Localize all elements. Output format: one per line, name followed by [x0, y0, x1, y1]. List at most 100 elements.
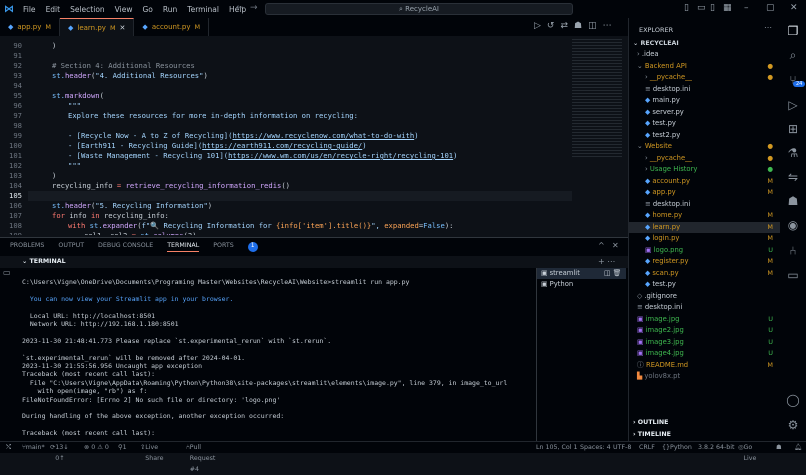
remote-icon[interactable]: ⤭: [6, 442, 11, 453]
file-tree-item[interactable]: ◆ test.py: [629, 279, 781, 291]
panel-tab-terminal[interactable]: TERMINAL: [167, 242, 199, 252]
new-terminal-icon[interactable]: + ⋯: [598, 257, 615, 266]
terminal-instance-streamlit[interactable]: ▣ streamlit ◫ 🗑︎: [537, 268, 626, 279]
file-tree-item[interactable]: ◆ server.py: [629, 107, 781, 119]
problems-indicator[interactable]: ⊗ 0 ⚠ 0: [84, 442, 109, 453]
kill-terminal-icon[interactable]: 🗑︎: [610, 269, 621, 277]
line-ending[interactable]: CRLF: [639, 442, 655, 453]
indentation[interactable]: Spaces: 4: [580, 442, 611, 453]
copilot-icon[interactable]: ☗: [780, 194, 806, 208]
file-tree-item[interactable]: ⌄ Backend API●: [629, 61, 781, 73]
file-tree-item[interactable]: › Usage History●: [629, 164, 781, 176]
testing-icon[interactable]: ⚗: [780, 146, 806, 160]
command-center-search[interactable]: ⌕ RecycleAI: [265, 3, 573, 15]
chat-icon[interactable]: ▭: [3, 268, 11, 277]
file-tree-item[interactable]: ≡ desktop.ini: [629, 199, 781, 211]
file-tree-item[interactable]: › __pycache__●: [629, 72, 781, 84]
terminal-output[interactable]: C:\Users\Vigne\OneDrive\Documents\Progra…: [22, 278, 532, 438]
tab-account-py[interactable]: ◆account.pyM: [134, 18, 209, 36]
tab-app-py[interactable]: ◆app.pyM: [0, 18, 60, 36]
close-tab-icon[interactable]: ✕: [120, 24, 126, 32]
file-tree-item[interactable]: ⓘ README.mdM: [629, 360, 781, 372]
history-icon[interactable]: ↺: [547, 21, 555, 31]
file-tree-item[interactable]: ◆ test2.py: [629, 130, 781, 142]
source-control-icon[interactable]: ⑂24: [780, 73, 806, 87]
account-icon[interactable]: ◯: [780, 393, 806, 407]
timeline-section[interactable]: › TIMELINE: [633, 431, 671, 438]
remote-explorer-icon[interactable]: ⇋: [780, 170, 806, 184]
maximize-button[interactable]: ▢: [766, 3, 775, 13]
file-tree-item[interactable]: ▣ image4.jpgU: [629, 348, 781, 360]
chat-icon[interactable]: ▭: [780, 268, 806, 282]
customize-layout-icon[interactable]: ▦: [723, 3, 732, 13]
python-interpreter[interactable]: 3.8.2 64-bit: [698, 442, 735, 453]
file-tree-item[interactable]: ▣ image.jpgU: [629, 314, 781, 326]
close-panel-icon[interactable]: ✕: [612, 241, 619, 250]
file-tree-item[interactable]: › .idea: [629, 49, 781, 61]
copilot-icon[interactable]: ☗: [574, 21, 582, 31]
panel-tab-problems[interactable]: PROBLEMS: [10, 242, 44, 252]
run-debug-icon[interactable]: ▷: [780, 98, 806, 112]
file-tree-item[interactable]: ◆ main.py: [629, 95, 781, 107]
compare-icon[interactable]: ⇄: [560, 21, 568, 31]
terminal-section-header[interactable]: ⌄ TERMINAL: [0, 256, 628, 268]
file-tree-item[interactable]: ⌄ Website●: [629, 141, 781, 153]
ports-indicator[interactable]: ⚲ 1: [118, 442, 123, 453]
file-tree-item[interactable]: ◇ .gitignore: [629, 291, 781, 303]
file-tree-item[interactable]: ◆ account.pyM: [629, 176, 781, 188]
pull-request-indicator[interactable]: ⑃ Pull Request #4: [186, 442, 190, 453]
settings-gear-icon[interactable]: ⚙: [780, 418, 806, 432]
file-tree-item[interactable]: ◆ learn.pyM: [629, 222, 781, 234]
file-tree-item[interactable]: ▙ yolov8x.pt: [629, 371, 781, 383]
explorer-more-icon[interactable]: ⋯: [764, 23, 772, 32]
outline-section[interactable]: › OUTLINE: [633, 419, 669, 426]
file-tree-item[interactable]: ◆ home.pyM: [629, 210, 781, 222]
more-actions-icon[interactable]: ⋯: [603, 21, 612, 31]
pull-request-icon[interactable]: ⑃: [780, 244, 806, 258]
panel-tab-ports[interactable]: PORTS: [213, 242, 234, 252]
cursor-position[interactable]: Ln 105, Col 1: [536, 442, 578, 453]
encoding[interactable]: UTF-8: [613, 442, 631, 453]
sync-indicator[interactable]: ⟳ 13↓ 0↑: [50, 442, 55, 453]
file-tree-item[interactable]: ▣ logo.pngU: [629, 245, 781, 257]
file-tree-item[interactable]: › __pycache__●: [629, 153, 781, 165]
file-tree-item[interactable]: ◆ scan.pyM: [629, 268, 781, 280]
menu-view[interactable]: View: [110, 5, 138, 14]
copilot-status-icon[interactable]: ☗: [776, 442, 782, 453]
file-tree-item[interactable]: ◆ app.pyM: [629, 187, 781, 199]
file-tree-item[interactable]: ▣ image2.jpgU: [629, 325, 781, 337]
file-tree-item[interactable]: ◆ test.py: [629, 118, 781, 130]
menu-run[interactable]: Run: [158, 5, 182, 14]
menu-go[interactable]: Go: [137, 5, 157, 14]
split-editor-icon[interactable]: ◫: [588, 21, 597, 31]
go-live-button[interactable]: ◎ Go Live: [738, 442, 744, 453]
code-editor[interactable]: 90)9192# Section 4: Additional Resources…: [0, 37, 572, 235]
language-mode[interactable]: {} Python: [662, 442, 670, 453]
menu-terminal[interactable]: Terminal: [182, 5, 224, 14]
file-tree-item[interactable]: ≡ desktop.ini: [629, 302, 781, 314]
notifications-icon[interactable]: 🔔︎: [794, 442, 802, 453]
file-tree-item[interactable]: ▣ image3.jpgU: [629, 337, 781, 349]
search-icon[interactable]: ⌕: [780, 48, 806, 63]
menu-file[interactable]: File: [18, 5, 41, 14]
maximize-panel-icon[interactable]: ^: [598, 241, 605, 250]
panel-tab-output[interactable]: OUTPUT: [58, 242, 84, 252]
live-share-button[interactable]: ⇪ Live Share: [140, 442, 145, 453]
file-tree-item[interactable]: ◆ login.pyM: [629, 233, 781, 245]
branch-indicator[interactable]: ⑂ main*: [22, 442, 26, 453]
explorer-icon[interactable]: ❐: [780, 24, 806, 38]
terminal-instance-python[interactable]: ▣ Python: [537, 279, 626, 290]
minimize-button[interactable]: –: [744, 3, 749, 13]
forward-arrow-icon[interactable]: →: [250, 3, 258, 13]
extensions-icon[interactable]: ⊞: [780, 122, 806, 136]
panel-tab-debug-console[interactable]: DEBUG CONSOLE: [98, 242, 153, 252]
workspace-root[interactable]: ⌄ RECYCLEAI: [629, 38, 781, 50]
tab-learn-py[interactable]: ◆learn.pyM✕: [60, 18, 134, 36]
minimap[interactable]: [572, 37, 622, 157]
menu-selection[interactable]: Selection: [65, 5, 110, 14]
back-arrow-icon[interactable]: ←: [236, 3, 244, 13]
toggle-sidebar-icon[interactable]: ▯: [684, 3, 689, 13]
close-window-button[interactable]: ✕: [790, 3, 798, 13]
toggle-panel-icon[interactable]: ▭: [697, 3, 706, 13]
github-icon[interactable]: ◉: [780, 218, 806, 232]
